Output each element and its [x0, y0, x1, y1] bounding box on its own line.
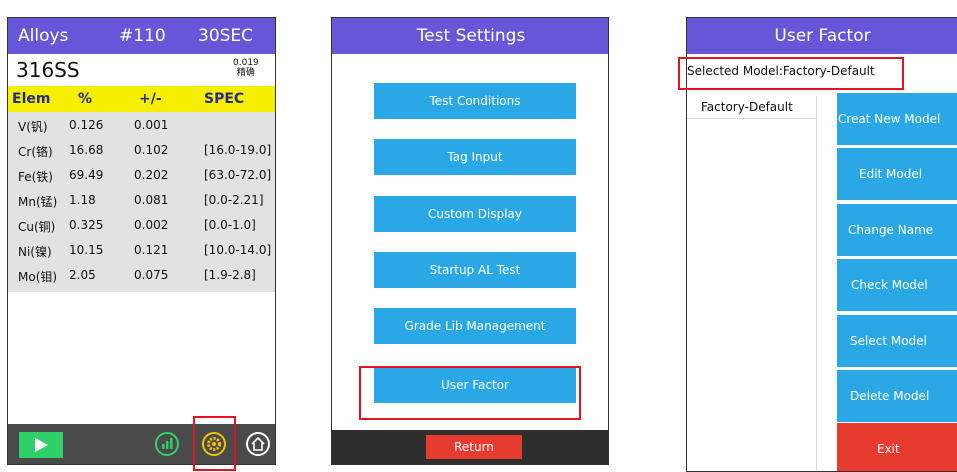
elem-cell: Cu(铜)	[18, 220, 56, 234]
select-model-button[interactable]: Select Model	[837, 315, 957, 367]
error-cell: 0.102	[134, 143, 169, 157]
return-button[interactable]: Return	[426, 435, 522, 459]
column-error: +/-	[139, 91, 162, 107]
test-time: 30SEC	[198, 26, 254, 46]
mode-title: Alloys	[18, 26, 69, 46]
elem-cell: Fe(铁)	[18, 170, 53, 184]
elem-cell: Ni(镍)	[18, 245, 52, 259]
error-cell: 0.202	[134, 168, 169, 182]
spec-cell: [63.0-72.0]	[204, 168, 272, 182]
table-row: Mn(锰) 1.18 0.081 [0.0-2.21]	[8, 187, 275, 212]
test-conditions-button[interactable]: Test Conditions	[374, 83, 576, 119]
table-row: Mo(钼) 2.05 0.075 [1.9-2.8]	[8, 262, 275, 287]
table-row: Fe(铁) 69.49 0.202 [63.0-72.0]	[8, 162, 275, 187]
result-header: Alloys #110 30SEC	[8, 18, 275, 54]
table-row: Cr(铬) 16.68 0.102 [16.0-19.0]	[8, 137, 275, 162]
percent-cell: 10.15	[69, 243, 104, 257]
play-icon[interactable]	[19, 432, 63, 458]
change-name-label: Change Name	[848, 223, 934, 237]
chart-icon[interactable]	[155, 432, 179, 456]
settings-footer: Return	[332, 430, 608, 464]
error-cell: 0.075	[134, 268, 169, 282]
spec-cell: [0.0-1.0]	[204, 218, 256, 232]
check-model-label: Check Model	[851, 278, 928, 292]
column-percent: %	[78, 91, 93, 107]
highlight-gear-box	[193, 416, 236, 471]
elem-cell: Mo(钼)	[18, 270, 58, 284]
change-name-button[interactable]: Change Name	[837, 204, 957, 256]
percent-cell: 69.49	[69, 168, 104, 182]
table-row: V(钒) 0.126 0.001	[8, 112, 275, 137]
error-cell: 0.002	[134, 218, 169, 232]
settings-title: Test Settings	[332, 18, 608, 54]
delete-model-label: Delete Model	[850, 389, 930, 403]
custom-display-button[interactable]: Custom Display	[374, 196, 576, 232]
select-model-label: Select Model	[850, 334, 927, 348]
column-elem: Elem	[12, 91, 51, 107]
column-headers: Elem % +/- SPEC	[8, 86, 275, 112]
table-row: Ni(镍) 10.15 0.121 [10.0-14.0]	[8, 237, 275, 262]
percent-cell: 1.18	[69, 193, 96, 207]
percent-cell: 0.325	[69, 218, 104, 232]
highlight-selected-model-box	[678, 57, 904, 90]
spec-cell: [10.0-14.0]	[204, 243, 272, 257]
error-cell: 0.121	[134, 243, 169, 257]
error-cell: 0.001	[134, 118, 169, 132]
elem-cell: Mn(锰)	[18, 195, 58, 209]
test-number: #110	[119, 26, 166, 46]
error-cell: 0.081	[134, 193, 169, 207]
edit-model-button[interactable]: Edit Model	[837, 148, 957, 200]
elem-cell: V(钒)	[18, 120, 48, 134]
match-label: 精确	[236, 68, 255, 78]
spec-cell: [0.0-2.21]	[204, 193, 264, 207]
highlight-user-factor-box	[359, 366, 581, 420]
list-item[interactable]: Factory-Default	[701, 100, 793, 114]
user-factor-title: User Factor	[687, 18, 957, 54]
spec-cell: [1.9-2.8]	[204, 268, 256, 282]
column-spec: SPEC	[204, 91, 245, 107]
match-number: 0.019	[233, 58, 259, 68]
delete-model-button[interactable]: Delete Model	[837, 370, 957, 422]
grade-lib-management-button[interactable]: Grade Lib Management	[374, 308, 576, 344]
check-model-button[interactable]: Check Model	[837, 259, 957, 311]
home-icon[interactable]	[246, 432, 270, 456]
list-divider	[687, 118, 817, 119]
match-value: 0.019 精确	[233, 58, 259, 78]
tag-input-button[interactable]: Tag Input	[374, 139, 576, 175]
startup-al-test-button[interactable]: Startup AL Test	[374, 252, 576, 288]
analyzer-screen: Alloys #110 30SEC 316SS 0.019 精确 Elem % …	[7, 17, 276, 465]
spec-cell: [16.0-19.0]	[204, 143, 272, 157]
alloy-name: 316SS	[16, 58, 80, 82]
model-list: Factory-Default	[687, 96, 817, 471]
alloy-result: 316SS 0.019 精确	[8, 54, 275, 86]
table-row: Cu(铜) 0.325 0.002 [0.0-1.0]	[8, 212, 275, 237]
exit-button[interactable]: Exit	[837, 423, 957, 471]
percent-cell: 0.126	[69, 118, 104, 132]
create-new-model-button[interactable]: Creat New Model	[837, 93, 957, 145]
percent-cell: 2.05	[69, 268, 96, 282]
element-table: V(钒) 0.126 0.001 Cr(铬) 16.68 0.102 [16.0…	[8, 112, 275, 292]
edit-model-label: Edit Model	[859, 167, 923, 181]
elem-cell: Cr(铬)	[18, 145, 53, 159]
percent-cell: 16.68	[69, 143, 104, 157]
